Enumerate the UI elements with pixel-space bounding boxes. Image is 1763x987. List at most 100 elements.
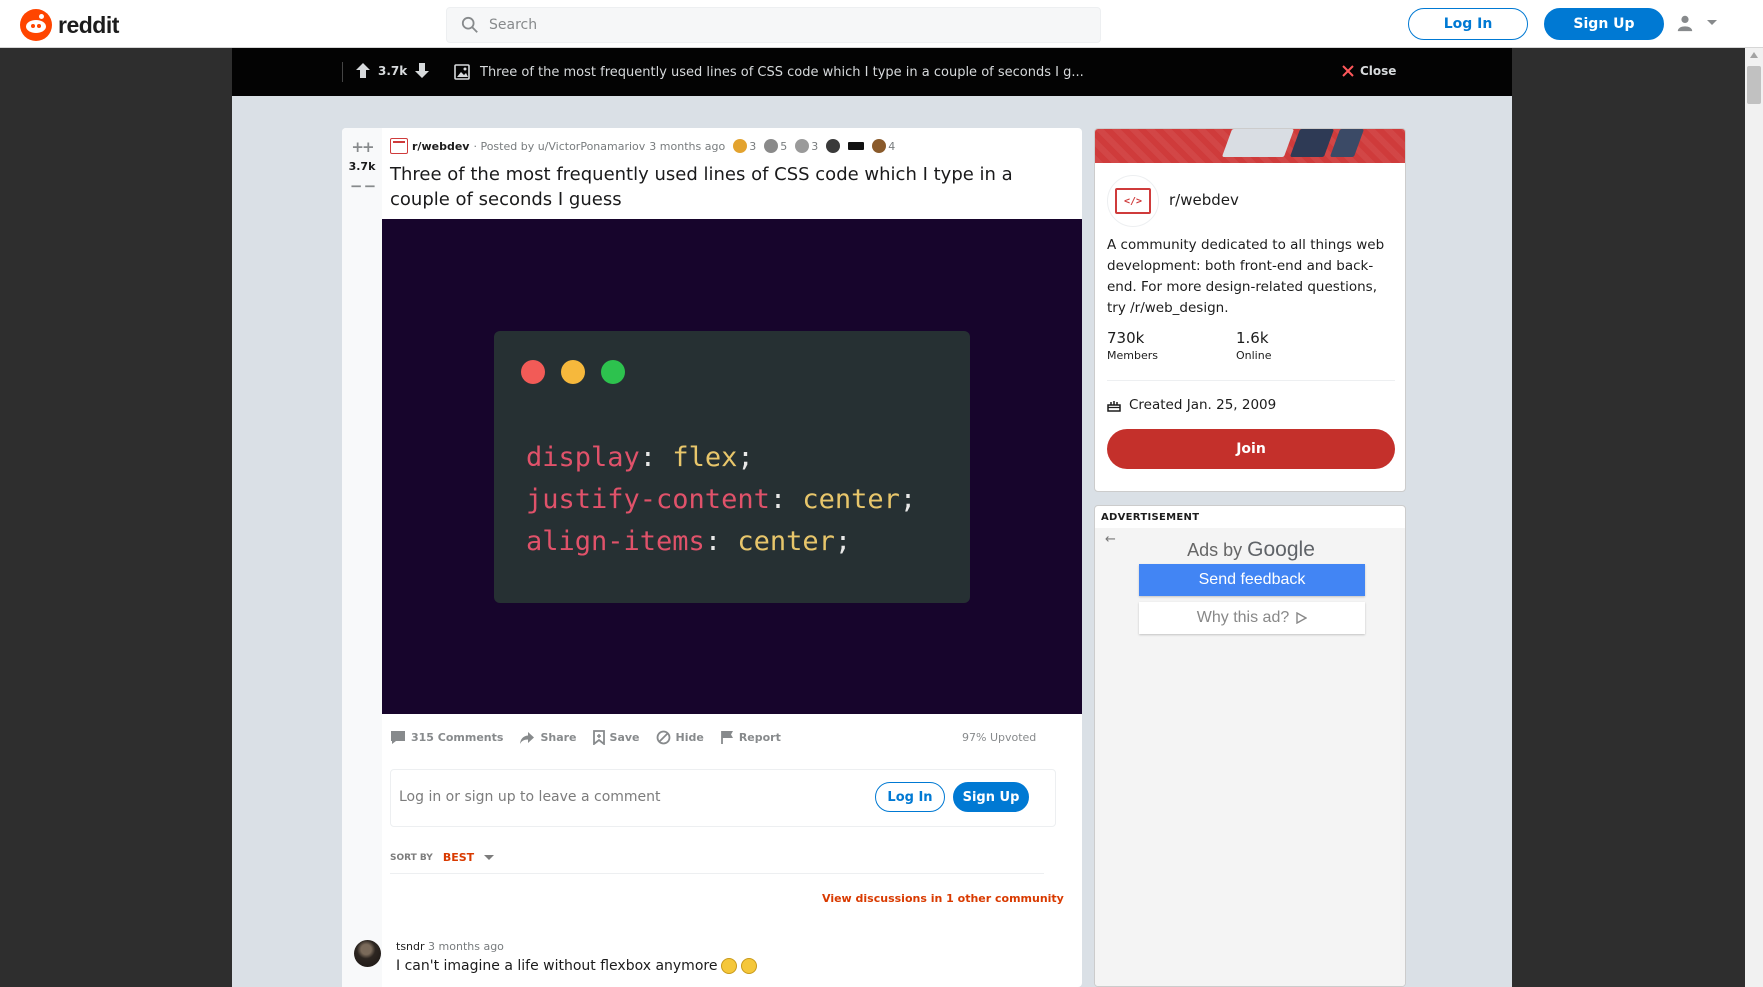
cake-icon — [1107, 401, 1121, 412]
community-card: </> r/webdev A community dedicated to al… — [1094, 128, 1406, 492]
reddit-snoo-icon — [20, 9, 52, 41]
divider — [390, 873, 1044, 874]
upvote-ratio: 97% Upvoted — [962, 731, 1037, 744]
top-header: reddit Log In Sign Up — [0, 0, 1763, 48]
subreddit-icon[interactable] — [390, 138, 408, 154]
comments-button[interactable]: 315 Comments — [390, 730, 503, 745]
created-text: Created Jan. 25, 2009 — [1129, 397, 1277, 413]
post-title[interactable]: Three of the most frequently used lines … — [390, 162, 1050, 212]
subreddit-link[interactable]: r/webdev — [412, 140, 469, 153]
community-banner — [1095, 129, 1405, 163]
comment-text: I can't imagine a life without flexbox a… — [396, 958, 758, 974]
comment-login-box: Log in or sign up to leave a comment Log… — [390, 769, 1056, 827]
advertisement-label: ADVERTISEMENT — [1101, 512, 1200, 523]
sort-dropdown[interactable]: SORT BY BEST — [390, 851, 495, 864]
laughing-emoji-icon — [721, 958, 738, 974]
code-line: justify-content: center; — [526, 484, 917, 515]
code-window: display: flex; justify-content: center; al… — [494, 331, 970, 603]
award-1[interactable]: 3 — [733, 139, 756, 153]
header-signup-button[interactable]: Sign Up — [1544, 8, 1664, 40]
logo-text: reddit — [58, 11, 119, 38]
reddit-logo[interactable]: reddit — [20, 9, 119, 41]
join-button[interactable]: Join — [1107, 429, 1395, 469]
award-6[interactable]: 4 — [872, 139, 895, 153]
css-value: flex — [672, 442, 738, 473]
scroll-up-arrow-icon[interactable] — [1750, 52, 1758, 58]
search-bar[interactable] — [446, 7, 1101, 43]
award-count: 3 — [811, 139, 819, 153]
css-value: center — [737, 526, 835, 557]
award-5[interactable] — [848, 142, 865, 150]
ad-frame: ← Ads by Google Send feedback Why this a… — [1095, 528, 1405, 986]
chevron-down-icon — [484, 854, 495, 860]
comment-signup-button[interactable]: Sign Up — [953, 782, 1029, 812]
play-icon — [1296, 612, 1308, 624]
online-stat: 1.6k Online — [1236, 329, 1271, 362]
upvote-arrow-icon[interactable] — [356, 63, 370, 78]
posted-by[interactable]: · Posted by u/VictorPonamariov — [473, 140, 645, 153]
scroll-thumb[interactable] — [1747, 66, 1761, 104]
award-2[interactable]: 5 — [764, 139, 787, 153]
google-brand: Google — [1247, 538, 1315, 561]
divider — [342, 62, 343, 82]
post-meta: r/webdev · Posted by u/VictorPonamariov … — [390, 138, 895, 154]
window-minimize-dot — [561, 360, 585, 384]
comment-prompt: Log in or sign up to leave a comment — [399, 789, 661, 805]
online-count: 1.6k — [1236, 329, 1269, 347]
post-image[interactable]: display: flex; justify-content: center; al… — [382, 219, 1082, 714]
post-actions: 315 Comments Share Save Hide Report — [390, 730, 781, 745]
comment-time[interactable]: 3 months ago — [428, 940, 504, 953]
save-button[interactable]: Save — [592, 730, 640, 745]
award-3[interactable]: 3 — [795, 139, 818, 153]
award-icon — [826, 139, 841, 153]
image-post-icon — [454, 64, 470, 80]
laughing-emoji-icon — [741, 958, 758, 974]
sort-value: BEST — [442, 851, 475, 864]
report-label: Report — [738, 731, 781, 744]
comment-login-button[interactable]: Log In — [875, 782, 945, 812]
send-feedback-button[interactable]: Send feedback — [1139, 564, 1365, 596]
members-label: Members — [1107, 349, 1158, 362]
post-bar-title: Three of the most frequently used lines … — [454, 64, 1084, 80]
close-icon — [1342, 65, 1354, 77]
community-icon[interactable]: </> — [1107, 175, 1159, 227]
view-discussions-link[interactable]: View discussions in 1 other community — [822, 892, 1064, 905]
page-scrollbar[interactable] — [1745, 48, 1763, 987]
award-icon — [848, 142, 865, 150]
post-bar-vote: 3.7k — [356, 63, 430, 78]
css-property: justify-content — [526, 484, 770, 515]
hide-button[interactable]: Hide — [656, 730, 704, 745]
comment-meta: tsndr 3 months ago — [396, 940, 504, 953]
comment-body: I can't imagine a life without flexbox a… — [396, 958, 718, 974]
ads-by-google: Ads by Google — [1095, 538, 1405, 562]
members-stat: 730k Members — [1107, 329, 1158, 362]
bookmark-icon — [592, 730, 605, 745]
code-line: display: flex; — [526, 442, 754, 473]
advertisement-card: ADVERTISEMENT ← Ads by Google Send feedb… — [1094, 505, 1406, 987]
avatar[interactable] — [354, 940, 381, 967]
downvote-icon[interactable]: − − — [350, 177, 376, 195]
vote-controls: ++ 3.7k − − — [348, 138, 377, 195]
comment-icon — [391, 731, 405, 744]
comments-label: 315 Comments — [411, 731, 504, 744]
hide-icon — [656, 730, 670, 745]
close-button[interactable]: Close — [1342, 64, 1396, 78]
share-button[interactable]: Share — [519, 731, 577, 745]
report-button[interactable]: Report — [720, 730, 781, 745]
comment-author[interactable]: tsndr — [396, 940, 425, 953]
community-name[interactable]: r/webdev — [1169, 191, 1239, 209]
code-line: align-items: center; — [526, 526, 852, 557]
award-icon — [872, 139, 887, 153]
downvote-arrow-icon[interactable] — [415, 63, 430, 78]
post-time[interactable]: 3 months ago — [649, 140, 725, 153]
search-input[interactable] — [489, 17, 1069, 33]
award-4[interactable] — [826, 139, 841, 153]
css-property: align-items — [526, 526, 705, 557]
header-login-button[interactable]: Log In — [1408, 8, 1528, 40]
close-label: Close — [1360, 64, 1397, 78]
user-dropdown[interactable] — [1676, 14, 1718, 32]
upvote-icon[interactable]: ++ — [351, 138, 374, 156]
hide-label: Hide — [675, 731, 704, 744]
window-close-dot — [521, 360, 545, 384]
why-this-ad-button[interactable]: Why this ad? — [1139, 602, 1365, 634]
